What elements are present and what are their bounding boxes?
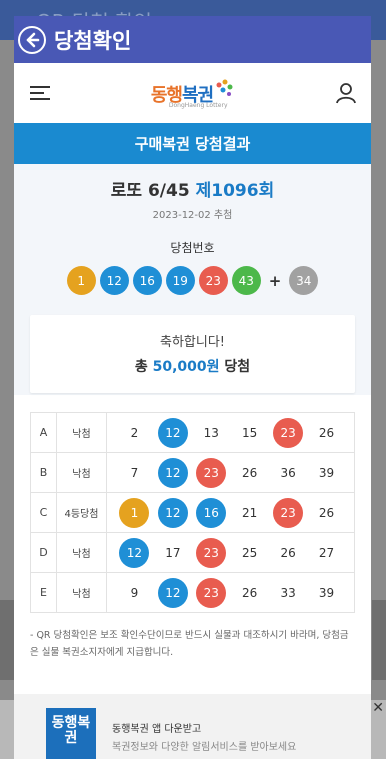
background-left-edge — [0, 600, 14, 680]
ticket-table: A 낙첨 2 12 13 15 23 26 B 낙첨 7 12 23 26 36 39 C 4등당첨 1 12 16 21… — [30, 412, 355, 613]
ticket-number: 17 — [165, 545, 181, 560]
ticket-row: E 낙첨 9 12 23 26 33 39 — [30, 572, 355, 613]
congrats-text: 축하합니다! — [159, 335, 225, 350]
ticket-numbers: 2 12 13 15 23 26 — [106, 412, 355, 453]
ticket-status: 낙첨 — [56, 412, 107, 453]
draw-round: 제1096회 — [195, 181, 275, 201]
ad-close-icon[interactable]: ✕ — [372, 700, 384, 716]
prize-amount-line: 총 50,000원 당첨 — [134, 359, 251, 375]
back-button[interactable] — [18, 25, 46, 54]
winning-ball: 43 — [231, 266, 261, 295]
ticket-numbers: 12 17 23 25 26 27 — [106, 532, 355, 573]
ticket-status: 4등당첨 — [56, 492, 107, 533]
ticket-number: 26 — [242, 585, 258, 600]
ticket-number: 27 — [318, 545, 335, 560]
ticket-number: 26 — [280, 545, 296, 560]
modal-title: 당첨확인 — [54, 28, 132, 53]
section-title: 구매복권 당첨결과 — [134, 135, 251, 153]
winning-ball: 23 — [198, 266, 228, 295]
ticket-number: 39 — [318, 585, 335, 600]
winning-ball: 16 — [132, 266, 162, 295]
ticket-row: C 4등당첨 1 12 16 21 23 26 — [30, 492, 355, 533]
matched-number: 16 — [196, 497, 227, 528]
ticket-number: 21 — [242, 505, 258, 520]
notice-text: - QR 당첨확인은 보조 확인수단이므로 반드시 실물과 대조하시기 바라며,… — [30, 630, 349, 658]
winning-result-area: 로또 6/45 제1096회 2023-12-02 추첨 당첨번호 1 12 16 1… — [14, 164, 371, 395]
winning-numbers-label: 당첨번호 — [170, 241, 215, 255]
matched-number: 23 — [196, 577, 227, 608]
draw-title: 로또 6/45 제1096회 — [30, 164, 355, 201]
ticket-number: 33 — [280, 585, 296, 600]
game-name: 로또 6/45 — [110, 181, 190, 201]
app-logo: 동행복권 — [46, 708, 96, 759]
ticket-row-id: E — [30, 572, 57, 613]
ticket-number: 26 — [318, 505, 335, 520]
app-header: 동행복권 DongHaeng Lottery — [14, 63, 371, 123]
ticket-number: 2 — [130, 425, 139, 440]
winning-ball: 12 — [99, 266, 129, 295]
ticket-status: 낙첨 — [56, 452, 107, 493]
matched-number: 12 — [157, 457, 188, 488]
prize-summary: 축하합니다! 총 50,000원 당첨 — [30, 315, 355, 393]
app-banner-line2: 복권정보와 다양한 알림서비스를 받아보세요 — [112, 742, 297, 753]
user-icon[interactable] — [335, 82, 357, 104]
ticket-numbers: 9 12 23 26 33 39 — [106, 572, 355, 613]
matched-number: 12 — [119, 537, 150, 568]
winning-ball: 19 — [165, 266, 195, 295]
matched-number: 23 — [196, 537, 227, 568]
ticket-number: 7 — [130, 465, 139, 480]
bonus-ball: 34 — [289, 266, 319, 295]
modal-titlebar: 당첨확인 — [14, 16, 371, 63]
matched-number: 23 — [196, 457, 227, 488]
ticket-number: 25 — [242, 545, 258, 560]
ticket-number: 26 — [318, 425, 335, 440]
ticket-row-id: B — [30, 452, 57, 493]
ticket-numbers: 7 12 23 26 36 39 — [106, 452, 355, 493]
ticket-row: D 낙첨 12 17 23 25 26 27 — [30, 532, 355, 573]
ticket-row-id: C — [30, 492, 57, 533]
app-banner-line1: 동행복권 앱 다운받고 — [112, 724, 202, 735]
matched-number: 1 — [119, 497, 150, 528]
matched-number: 12 — [157, 417, 188, 448]
ticket-status: 낙첨 — [56, 572, 107, 613]
site-logo[interactable]: 동행복권 DongHaeng Lottery — [151, 79, 234, 109]
matched-number: 12 — [157, 577, 188, 608]
ticket-row-id: D — [30, 532, 57, 573]
ticket-number: 9 — [130, 585, 139, 600]
ticket-row: B 낙첨 7 12 23 26 36 39 — [30, 452, 355, 493]
ticket-numbers: 1 12 16 21 23 26 — [106, 492, 355, 533]
section-banner: 구매복권 당첨결과 — [14, 123, 371, 164]
winning-ball: 1 — [66, 266, 96, 295]
hamburger-icon[interactable] — [30, 85, 50, 101]
bonus-plus-sign: + — [268, 271, 282, 290]
ticket-status: 낙첨 — [56, 532, 107, 573]
ticket-row-id: A — [30, 412, 57, 453]
winning-numbers: 1 12 16 19 23 43 +34 — [30, 266, 355, 295]
app-download-banner[interactable]: 동행복권 동행복권 앱 다운받고 복권정보와 다양한 알림서비스를 받아보세요 — [14, 694, 371, 759]
matched-number: 23 — [273, 497, 304, 528]
ticket-number: 39 — [318, 465, 335, 480]
matched-number: 12 — [157, 497, 188, 528]
ticket-number: 13 — [203, 425, 219, 440]
background-right-edge — [372, 600, 386, 680]
draw-date: 2023-12-02 추첨 — [152, 210, 233, 221]
ticket-number: 36 — [280, 465, 296, 480]
logo-subtitle: DongHaeng Lottery — [168, 102, 228, 109]
logo-mark-icon — [216, 79, 233, 96]
arrow-left-icon — [26, 32, 40, 47]
prize-amount: 50,000원 — [152, 359, 220, 375]
ticket-number: 15 — [242, 425, 258, 440]
ticket-number: 26 — [242, 465, 258, 480]
result-modal: 당첨확인 동행복권 DongHaeng Lottery 구매복권 당첨결과 로또… — [14, 16, 371, 759]
matched-number: 23 — [273, 417, 304, 448]
ticket-row: A 낙첨 2 12 13 15 23 26 — [30, 412, 355, 453]
